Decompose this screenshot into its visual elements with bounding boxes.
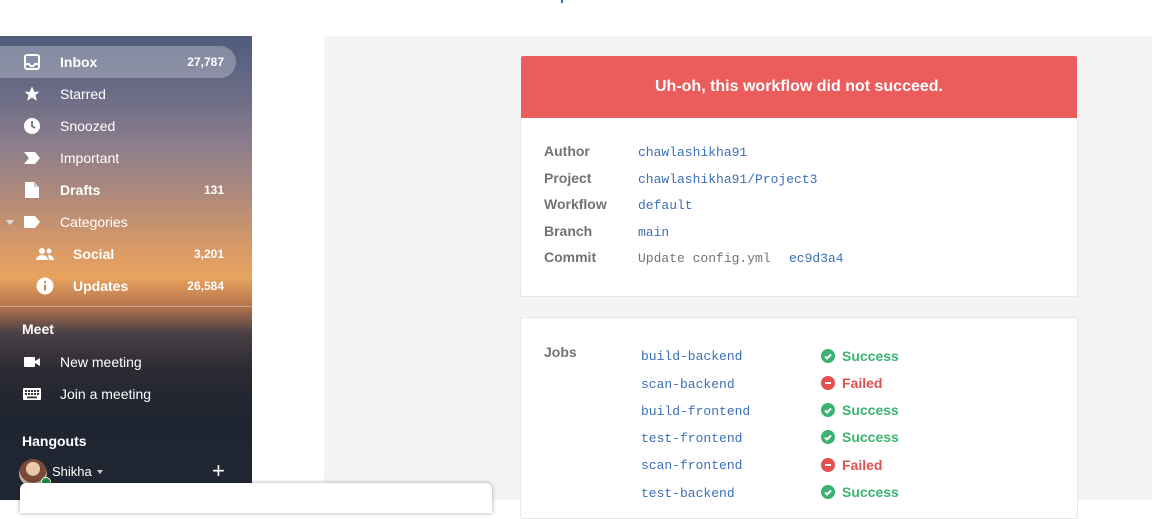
job-status-label: Success — [842, 402, 899, 418]
job-name[interactable]: scan-frontend — [641, 458, 742, 473]
job-name[interactable]: test-backend — [641, 486, 735, 501]
meet-section-title: Meet — [22, 321, 54, 337]
divider — [0, 306, 252, 307]
job-status-label: Failed — [842, 457, 883, 473]
sidebar-item-label: Snoozed — [60, 118, 116, 134]
sidebar-item-label: Drafts — [60, 182, 101, 198]
sidebar-item-starred[interactable]: Starred — [0, 78, 236, 110]
sidebar-item-label: Starred — [60, 86, 106, 102]
join-meeting-label: Join a meeting — [60, 386, 152, 402]
jobs-card: Jobs build-backend Success scan-backend … — [520, 317, 1078, 519]
job-status-label: Success — [842, 484, 899, 500]
inbox-icon — [22, 52, 42, 72]
people-icon — [35, 244, 55, 264]
project-value[interactable]: chawlashikha91/Project3 — [638, 172, 817, 187]
success-icon — [821, 485, 835, 499]
keyboard-icon — [22, 384, 42, 404]
commit-label: Commit — [544, 249, 597, 265]
author-label: Author — [544, 143, 590, 159]
sidebar-item-label: Categories — [60, 214, 128, 230]
sidebar-item-inbox[interactable]: Inbox 27,787 — [0, 46, 236, 78]
label-icon — [22, 212, 42, 232]
sidebar-item-label: Inbox — [60, 54, 98, 70]
job-status: Failed — [821, 375, 882, 391]
project-label: Project — [544, 170, 592, 186]
workflow-value[interactable]: default — [638, 198, 693, 213]
video-camera-icon — [22, 352, 42, 372]
draft-count: 131 — [203, 183, 224, 197]
job-status-label: Failed — [842, 375, 883, 391]
failure-banner: Uh-oh, this workflow did not succeed. — [521, 56, 1077, 118]
sidebar-item-important[interactable]: Important — [0, 142, 236, 174]
commit-hash-link[interactable]: ec9d3a4 — [789, 251, 844, 266]
join-meeting-button[interactable]: Join a meeting — [0, 378, 236, 410]
job-name[interactable]: build-frontend — [641, 404, 750, 419]
failed-icon — [821, 376, 835, 390]
sidebar: Inbox 27,787 Starred Snoozed Important D… — [0, 36, 252, 500]
branch-label: Branch — [544, 223, 593, 239]
job-status-label: Success — [842, 429, 899, 445]
chevron-down-icon[interactable] — [97, 470, 103, 474]
add-icon[interactable]: + — [212, 460, 225, 482]
job-status: Success — [821, 402, 899, 418]
star-icon — [22, 84, 42, 104]
success-icon — [821, 430, 835, 444]
clock-icon — [22, 116, 42, 136]
sidebar-item-label: Updates — [73, 278, 129, 294]
job-name[interactable]: build-backend — [641, 349, 742, 364]
new-meeting-button[interactable]: New meeting — [0, 346, 236, 378]
job-name[interactable]: scan-backend — [641, 377, 735, 392]
sidebar-item-label: Important — [60, 150, 120, 166]
sidebar-item-drafts[interactable]: Drafts 131 — [0, 174, 236, 206]
job-status: Success — [821, 348, 899, 364]
branch-value[interactable]: main — [638, 225, 669, 240]
important-icon — [22, 148, 42, 168]
job-status-label: Success — [842, 348, 899, 364]
unread-count: 27,787 — [187, 55, 224, 69]
social-count: 3,201 — [193, 247, 224, 261]
sidebar-item-categories[interactable]: Categories — [0, 206, 236, 238]
sidebar-item-label: Social — [73, 246, 115, 262]
jobs-label: Jobs — [544, 344, 577, 360]
job-status: Success — [821, 484, 899, 500]
success-icon — [821, 403, 835, 417]
workflow-details-card: Author chawlashikha91 Project chawlashik… — [520, 118, 1078, 297]
commit-message: Update config.yml — [638, 251, 771, 266]
email-body: Uh-oh, this workflow did not succeed. Au… — [324, 36, 1152, 519]
sidebar-item-social[interactable]: Social 3,201 — [0, 238, 236, 270]
hangouts-section-title: Hangouts — [22, 433, 87, 449]
new-meeting-label: New meeting — [60, 354, 142, 370]
sidebar-item-updates[interactable]: Updates 26,584 — [0, 270, 236, 302]
info-icon — [35, 276, 55, 296]
hangouts-user-name[interactable]: Shikha — [52, 464, 92, 479]
job-status: Failed — [821, 457, 882, 473]
sidebar-item-snoozed[interactable]: Snoozed — [0, 110, 236, 142]
loading-indicator — [561, 0, 563, 3]
author-value[interactable]: chawlashikha91 — [638, 145, 747, 160]
chat-popup[interactable] — [20, 483, 492, 513]
success-icon — [821, 349, 835, 363]
draft-icon — [22, 180, 42, 200]
failed-icon — [821, 458, 835, 472]
chevron-down-icon[interactable] — [6, 220, 14, 225]
updates-count: 26,584 — [187, 279, 224, 293]
workflow-label: Workflow — [544, 196, 607, 212]
job-name[interactable]: test-frontend — [641, 431, 742, 446]
job-status: Success — [821, 429, 899, 445]
